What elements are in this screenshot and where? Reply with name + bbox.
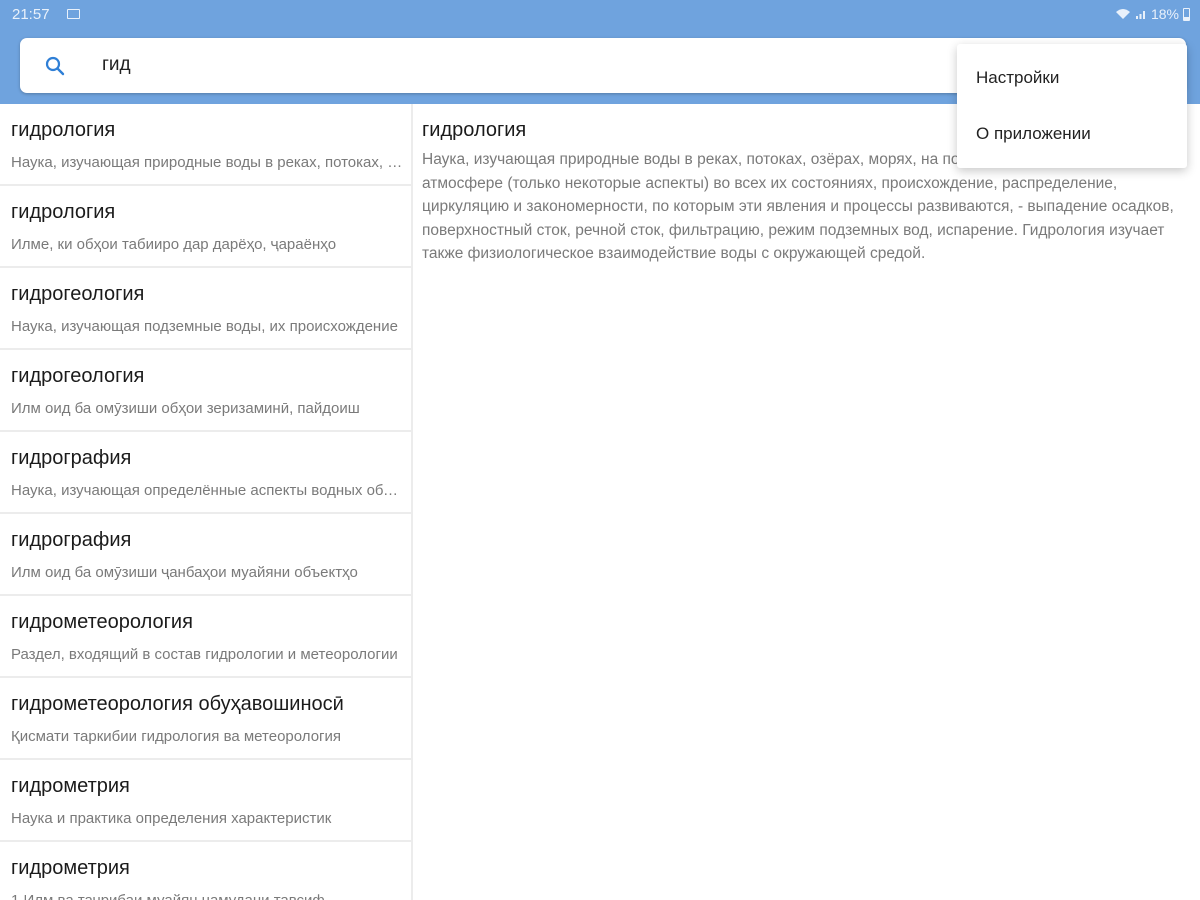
search-icon[interactable] [44, 55, 66, 77]
status-bar: 21:57 18% [0, 0, 1200, 30]
list-item[interactable]: гидрография Наука, изучающая определённы… [0, 432, 411, 514]
item-snippet: Илм оид ба омӯзиши ҷанбаҳои муайяни объе… [11, 564, 358, 581]
detail-title: гидрология [422, 119, 527, 141]
item-title: гидрография [11, 447, 132, 469]
status-indicators: 18% [1115, 6, 1190, 22]
list-item[interactable]: гидрометеорология Раздел, входящий в сос… [0, 596, 411, 678]
item-title: гидрология [11, 119, 116, 141]
item-title: гидрография [11, 529, 132, 551]
item-snippet: Илме, ки обҳои табииро дар дарёҳо, ҷараё… [11, 236, 337, 253]
overflow-menu: Настройки О приложении [957, 44, 1187, 168]
item-title: гидрология [11, 201, 116, 223]
status-time: 21:57 [12, 6, 50, 23]
detail-pane: гидрология Наука, изучающая природные во… [413, 104, 1200, 900]
item-snippet: Наука, изучающая определённые аспекты во… [11, 482, 406, 499]
item-title: гидрометеорология [11, 611, 193, 633]
item-snippet: Наука, изучающая природные воды в реках,… [11, 154, 406, 171]
list-item[interactable]: гидрография Илм оид ба омӯзиши ҷанбаҳои … [0, 514, 411, 596]
menu-item-label: Настройки [976, 68, 1060, 87]
item-title: гидрометеорология обуҳавошиносӣ [11, 693, 344, 715]
list-item[interactable]: гидрогеология Илм оид ба омӯзиши обҳои з… [0, 350, 411, 432]
item-snippet: Наука, изучающая подземные воды, их прои… [11, 318, 398, 335]
battery-icon [1183, 7, 1190, 21]
signal-icon [1135, 11, 1145, 19]
list-item[interactable]: гидрометрия Наука и практика определения… [0, 760, 411, 842]
item-snippet: 1 Илм ва таҷрибаи муайян намудани тавсиф [11, 892, 406, 900]
item-title: гидрометрия [11, 857, 130, 879]
item-title: гидрогеология [11, 365, 145, 387]
battery-percent: 18% [1150, 6, 1179, 22]
item-snippet: Илм оид ба омӯзиши обҳои зеризаминӣ, пай… [11, 400, 360, 417]
list-item[interactable]: гидрология Илме, ки обҳои табииро дар да… [0, 186, 411, 268]
menu-item-label: О приложении [976, 124, 1091, 143]
item-snippet: Наука и практика определения характерист… [11, 810, 332, 827]
list-item[interactable]: гидрология Наука, изучающая природные во… [0, 104, 411, 186]
item-title: гидрометрия [11, 775, 130, 797]
results-list[interactable]: гидрология Наука, изучающая природные во… [0, 104, 411, 900]
item-snippet: Қисмати таркибии гидрология ва метеороло… [11, 728, 342, 745]
menu-item-about[interactable]: О приложении [957, 104, 1187, 160]
menu-item-settings[interactable]: Настройки [957, 48, 1187, 104]
item-snippet: Раздел, входящий в состав гидрологии и м… [11, 646, 398, 663]
list-item[interactable]: гидрометеорология обуҳавошиносӣ Қисмати … [0, 678, 411, 760]
search-input[interactable] [102, 50, 802, 80]
item-title: гидрогеология [11, 283, 145, 305]
list-item[interactable]: гидрогеология Наука, изучающая подземные… [0, 268, 411, 350]
image-icon [67, 9, 80, 19]
wifi-icon [1115, 9, 1130, 19]
list-item[interactable]: гидрометрия 1 Илм ва таҷрибаи муайян нам… [0, 842, 411, 900]
